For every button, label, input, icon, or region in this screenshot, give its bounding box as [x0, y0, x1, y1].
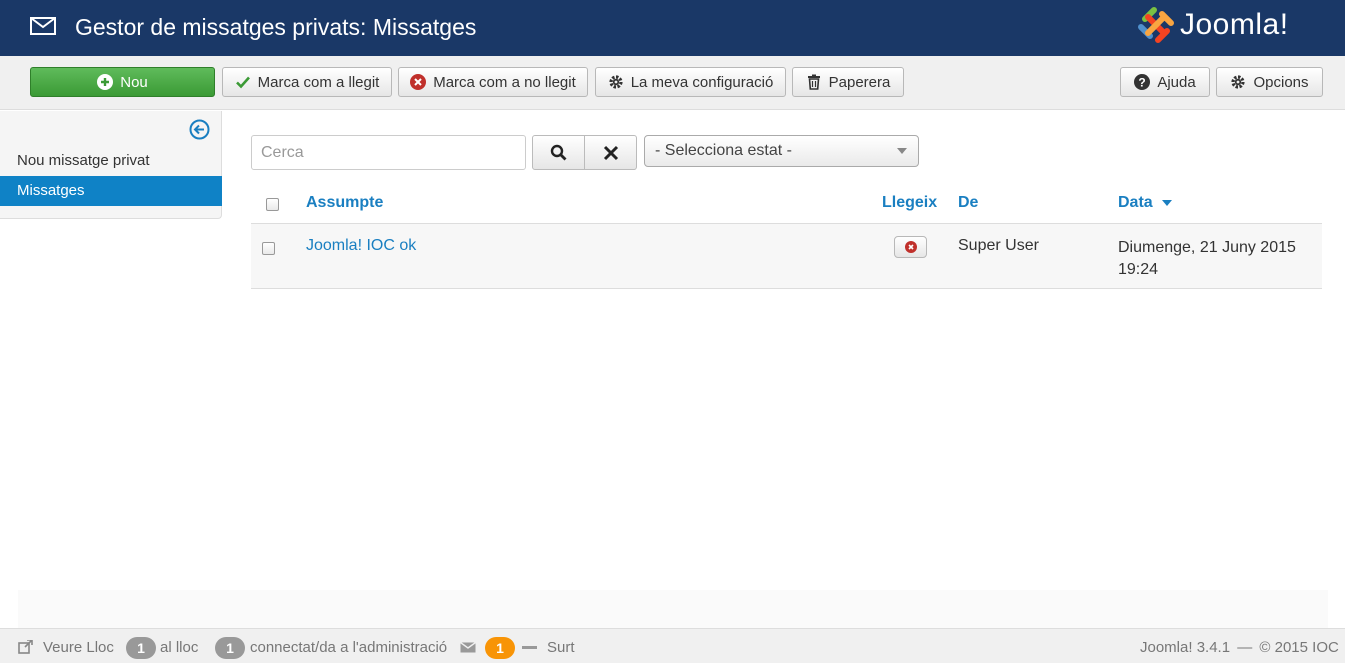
- joomla-logo-text: Joomla!: [1180, 8, 1289, 41]
- trash-button[interactable]: Paperera: [792, 67, 904, 97]
- status-filter-value: - Selecciona estat -: [655, 142, 792, 159]
- status-bar: Veure Lloc 1 al lloc 1 connectat/da a l'…: [0, 628, 1345, 663]
- envelope-icon: [30, 17, 56, 35]
- search-input[interactable]: [251, 135, 526, 170]
- external-link-icon: [18, 640, 33, 654]
- svg-text:?: ?: [1139, 76, 1146, 90]
- new-button-label: Nou: [120, 73, 148, 91]
- sort-desc-icon: [1162, 199, 1173, 206]
- sidebar: Nou missatge privat Missatges: [0, 111, 222, 219]
- close-icon: [603, 145, 618, 160]
- trash-label: Paperera: [828, 73, 891, 91]
- mark-read-label: Marca com a llegit: [257, 73, 380, 91]
- options-button[interactable]: Opcions: [1216, 67, 1323, 97]
- column-subject[interactable]: Assumpte: [306, 194, 383, 212]
- column-read[interactable]: Llegeix: [882, 194, 937, 212]
- joomla-logo[interactable]: Joomla!: [1136, 5, 1289, 45]
- page-title: Gestor de missatges privats: Missatges: [75, 14, 477, 40]
- question-circle-icon: ?: [1134, 74, 1151, 90]
- minus-icon: [522, 646, 537, 649]
- status-filter-select[interactable]: - Selecciona estat -: [644, 135, 919, 167]
- version-separator: —: [1237, 639, 1253, 656]
- my-settings-label: La meva configuració: [630, 73, 774, 91]
- copyright-text: © 2015 IOC: [1259, 639, 1339, 656]
- cancel-circle-icon: [410, 74, 427, 90]
- table-header: Assumpte Llegeix De Data: [251, 186, 1322, 224]
- visitors-label: al lloc: [160, 639, 199, 656]
- column-date[interactable]: Data: [1118, 194, 1173, 212]
- toolbar: Nou Marca com a llegit Marca com a no ll…: [0, 56, 1345, 110]
- help-label: Ajuda: [1157, 73, 1196, 91]
- search-icon: [550, 144, 567, 161]
- sidebar-item-messages[interactable]: Missatges: [0, 176, 222, 206]
- new-button[interactable]: Nou: [30, 67, 215, 97]
- trash-icon: [806, 74, 822, 90]
- gear-icon: [608, 74, 624, 90]
- check-icon: [235, 74, 251, 90]
- logout-link[interactable]: Surt: [547, 639, 575, 656]
- chevron-down-icon: [897, 148, 907, 154]
- unread-icon: [904, 241, 917, 253]
- message-date: Diumenge, 21 Juny 2015 19:24: [1118, 237, 1296, 281]
- mark-read-button[interactable]: Marca com a llegit: [222, 67, 392, 97]
- admins-label: connectat/da a l'administració: [250, 639, 448, 656]
- column-date-label: Data: [1118, 194, 1153, 211]
- mark-unread-label: Marca com a no llegit: [433, 73, 576, 91]
- messages-badge[interactable]: 1: [485, 637, 515, 659]
- row-checkbox[interactable]: [262, 242, 275, 255]
- message-date-day: Diumenge, 21 Juny 2015: [1118, 239, 1296, 256]
- message-subject-link[interactable]: Joomla! IOC ok: [306, 237, 416, 255]
- envelope-icon[interactable]: [460, 642, 476, 653]
- visitors-badge: 1: [126, 637, 156, 659]
- sidebar-item-new-message[interactable]: Nou missatge privat: [0, 146, 222, 176]
- search-button[interactable]: [532, 135, 585, 170]
- version-label: Joomla! 3.4.1: [1140, 639, 1231, 656]
- gear-icon: [1230, 74, 1246, 90]
- select-all-checkbox[interactable]: [266, 198, 279, 211]
- page-header: Gestor de missatges privats: Missatges J…: [0, 0, 1345, 56]
- help-button[interactable]: ? Ajuda: [1120, 67, 1210, 97]
- my-settings-button[interactable]: La meva configuració: [595, 67, 786, 97]
- view-site-link[interactable]: Veure Lloc: [43, 639, 114, 656]
- content-footer: [18, 590, 1328, 628]
- column-from[interactable]: De: [958, 194, 978, 212]
- message-date-time: 19:24: [1118, 261, 1159, 278]
- table-row: Joomla! IOC ok Super User Diumenge, 21 J…: [251, 224, 1322, 289]
- joomla-logo-icon: [1138, 7, 1174, 43]
- plus-circle-icon: [97, 74, 114, 90]
- mark-unread-button[interactable]: Marca com a no llegit: [398, 67, 588, 97]
- clear-search-button[interactable]: [584, 135, 637, 170]
- version-text: Joomla! 3.4.1 — © 2015 IOC: [1140, 639, 1339, 656]
- read-status-toggle[interactable]: [894, 236, 927, 258]
- admins-badge: 1: [215, 637, 245, 659]
- options-label: Opcions: [1253, 73, 1309, 91]
- collapse-sidebar-icon[interactable]: [189, 119, 210, 140]
- message-from: Super User: [958, 237, 1039, 254]
